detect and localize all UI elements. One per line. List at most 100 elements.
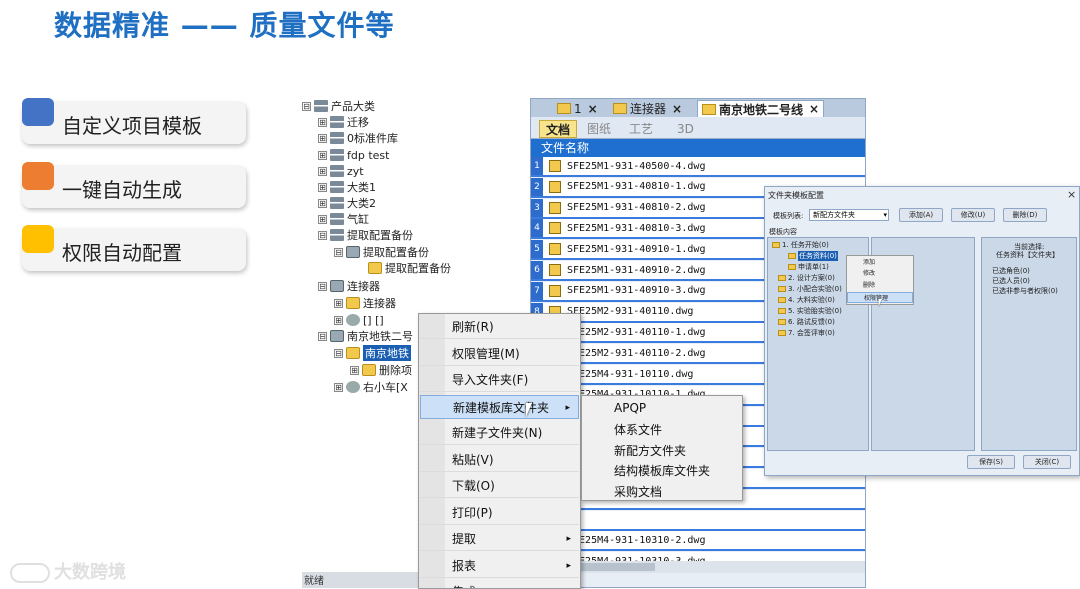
expand-toggle-icon[interactable]: ⊞ — [318, 150, 327, 160]
expand-toggle-icon[interactable]: ⊞ — [334, 382, 343, 392]
category-tabs: 文档 图纸 工艺 3D — [531, 117, 865, 139]
collapse-toggle-icon[interactable]: ⊟ — [302, 101, 311, 111]
selected-users[interactable]: 已选人员(0) — [992, 276, 1030, 286]
context-menu-item[interactable]: 导入文件夹(F) — [420, 368, 579, 392]
close-icon[interactable]: × — [1067, 188, 1076, 201]
close-icon[interactable]: × — [672, 102, 682, 116]
folder-icon — [346, 297, 360, 309]
expand-toggle-icon[interactable]: ⊞ — [334, 298, 343, 308]
file-row[interactable] — [531, 510, 865, 531]
expand-toggle-icon[interactable]: ⊞ — [318, 166, 327, 176]
expand-toggle-icon[interactable]: ⊞ — [318, 182, 327, 192]
tree-node[interactable]: ⊞[] [] — [334, 312, 384, 328]
network-icon — [330, 213, 344, 225]
tree-node[interactable]: ⊟ 提取配置备份 — [318, 227, 413, 243]
collapse-toggle-icon[interactable]: ⊟ — [334, 247, 343, 257]
collapse-toggle-icon[interactable]: ⊟ — [318, 230, 327, 240]
file-name: SFE25M1-931-40910-2.dwg — [567, 264, 706, 276]
context-menu-item[interactable]: 新建子文件夹(N) — [420, 421, 579, 445]
tree-node[interactable]: ⊞ fdp test — [318, 147, 389, 163]
template-select[interactable]: 新配方文件夹 ▾ — [809, 209, 889, 221]
collapse-toggle-icon[interactable]: ⊟ — [334, 348, 343, 358]
tab-documents[interactable]: 文档 — [539, 120, 578, 138]
template-node-selected[interactable]: 任务资料(0) — [788, 251, 838, 261]
context-menu-item[interactable]: 权限管理(M) — [420, 342, 579, 366]
context-menu-item[interactable]: 下载(O) — [420, 474, 579, 498]
submenu-item-new-recipe-folder[interactable]: 新配方文件夹 — [614, 442, 686, 459]
tree-node[interactable]: ⊟ 南京地铁二号 — [318, 328, 413, 344]
collapse-toggle-icon[interactable]: ⊟ — [318, 331, 327, 341]
tree-node[interactable]: ⊞ 连接器 — [334, 295, 396, 311]
selected-non-participant-perms[interactable]: 已选非参与者权限(0) — [992, 286, 1058, 296]
close-icon[interactable]: × — [809, 102, 819, 116]
expand-toggle-icon[interactable]: ⊞ — [350, 365, 359, 375]
expand-toggle-icon[interactable]: ⊞ — [318, 117, 327, 127]
tree-node[interactable]: ⊟ 连接器 — [318, 278, 380, 294]
context-menu-item[interactable]: 报表 ▸ — [420, 554, 579, 578]
tree-node[interactable]: ⊞ 删除项 — [350, 362, 412, 378]
context-menu-item[interactable]: 粘贴(V) — [420, 448, 579, 472]
submenu-item-system-files[interactable]: 体系文件 — [614, 421, 662, 438]
submenu-item-apqp[interactable]: APQP — [614, 401, 646, 415]
tab-drawings[interactable]: 图纸 — [581, 120, 617, 138]
tree-node[interactable]: ⊞ 大类1 — [318, 179, 376, 195]
expand-toggle-icon[interactable]: ⊞ — [318, 198, 327, 208]
context-menu-item[interactable]: 刷新(R) — [420, 315, 579, 339]
page-title: 数据精准 —— 质量文件等 — [54, 9, 395, 42]
tree-node-selected[interactable]: ⊟ 南京地铁 — [334, 345, 411, 361]
tree-node[interactable]: ⊞ 大类2 — [318, 195, 376, 211]
submenu-item-structure-template[interactable]: 结构模板库文件夹 — [614, 462, 710, 479]
tree-node[interactable]: ⊞ 迁移 — [318, 114, 369, 130]
context-menu-item[interactable]: 提取 ▸ — [420, 527, 579, 551]
tab-3d[interactable]: 3D — [671, 120, 700, 138]
template-node-menu: 添加 修改 删除 权限管理 — [846, 255, 914, 305]
template-node[interactable]: 1. 任务开始(0) — [772, 240, 829, 250]
expand-toggle-icon[interactable]: ⊞ — [318, 133, 327, 143]
close-button[interactable]: 关闭(C) — [1023, 455, 1071, 469]
expand-toggle-icon[interactable]: ⊞ — [318, 214, 327, 224]
context-menu-item[interactable]: 集成 ▸ — [420, 580, 579, 588]
column-header-filename[interactable]: 文件名称 — [531, 139, 865, 157]
submenu-item-purchase-docs[interactable]: 采购文档 — [614, 483, 662, 500]
folder-icon — [368, 262, 382, 274]
template-node[interactable]: 3. 小配合实验(0) — [778, 284, 842, 294]
selected-roles[interactable]: 已选角色(0) — [992, 266, 1030, 276]
tab-process[interactable]: 工艺 — [623, 120, 659, 138]
tab-connector[interactable]: 连接器 × — [609, 100, 686, 117]
context-menu-item[interactable]: 打印(P) — [420, 501, 579, 525]
template-node[interactable]: 5. 实验胎实验(0) — [778, 306, 842, 316]
orange-square-icon — [22, 162, 54, 190]
tree-node[interactable]: 提取配置备份 — [368, 260, 451, 276]
folder-icon — [346, 347, 360, 359]
dwg-file-icon — [549, 160, 561, 172]
row-number: 5 — [531, 240, 543, 259]
file-row[interactable]: 1 SFE25M1-931-40500-4.dwg — [531, 157, 865, 177]
save-button[interactable]: 保存(S) — [967, 455, 1015, 469]
folder-icon — [778, 297, 786, 303]
template-node[interactable]: 2. 设计方案(0) — [778, 273, 835, 283]
horizontal-scrollbar[interactable] — [531, 561, 865, 573]
add-button[interactable]: 添加(A) — [899, 208, 943, 222]
tree-node[interactable]: ⊞ 0标准件库 — [318, 130, 398, 146]
template-node[interactable]: 7. 会签评审(0) — [778, 328, 835, 338]
edit-button[interactable]: 修改(U) — [951, 208, 995, 222]
tree-node[interactable]: ⊞ 气缸 — [318, 211, 369, 227]
file-row[interactable]: SFE25M4-931-10310-2.dwg — [531, 531, 865, 552]
menu-item-delete[interactable]: 删除 — [847, 280, 913, 291]
context-menu-item[interactable]: 新建模板库文件夹 ▸ — [420, 394, 579, 419]
template-node[interactable]: 6. 路试反馈(0) — [778, 317, 835, 327]
template-node[interactable]: 4. 大料实验(0) — [778, 295, 835, 305]
tree-node[interactable]: ⊟ 产品大类 — [302, 98, 375, 114]
template-node[interactable]: 申请单(1) — [788, 262, 829, 272]
delete-button[interactable]: 删除(D) — [1003, 208, 1047, 222]
collapse-toggle-icon[interactable]: ⊟ — [318, 281, 327, 291]
tree-node[interactable]: ⊟ 提取配置备份 — [334, 244, 429, 260]
menu-item-add[interactable]: 添加 — [847, 257, 913, 268]
tree-node[interactable]: ⊞ 右小车[X — [334, 379, 408, 395]
tree-node[interactable]: ⊞ zyt — [318, 163, 364, 179]
expand-toggle-icon[interactable]: ⊞ — [334, 315, 343, 325]
menu-item-edit[interactable]: 修改 — [847, 268, 913, 279]
tab-nanjing-metro[interactable]: 南京地铁二号线 × — [697, 100, 825, 117]
tab-1[interactable]: 1 × — [553, 100, 602, 117]
close-icon[interactable]: × — [588, 102, 598, 116]
